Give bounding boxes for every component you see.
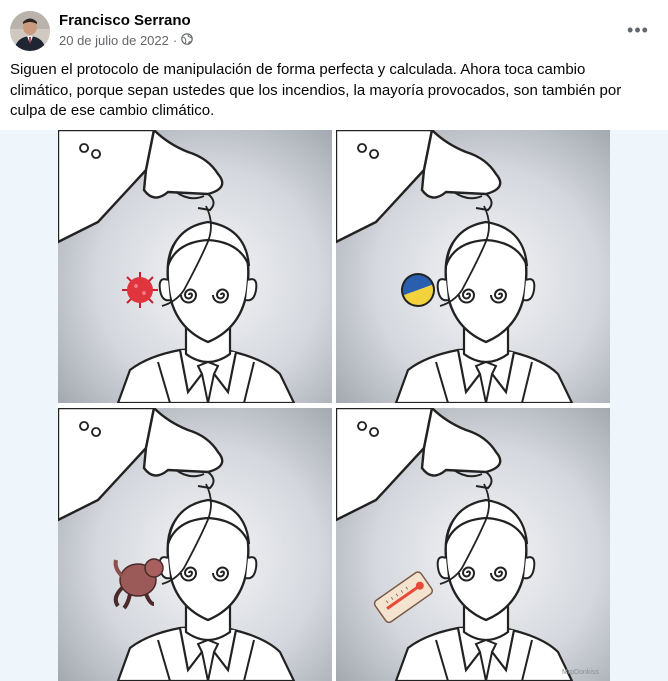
artist-signature: MrpDonkiss (562, 669, 599, 676)
comic-panel-thermometer: MrpDonkiss (336, 408, 610, 681)
avatar-image (10, 11, 50, 51)
comic-panel-monkey (58, 408, 332, 681)
meta-separator: · (172, 33, 178, 48)
post-image[interactable]: MrpDonkiss (0, 130, 668, 681)
comic-panel-badge (336, 130, 610, 403)
post-caption: Siguen el protocolo de manipulación de f… (10, 61, 622, 119)
author-avatar[interactable] (10, 11, 50, 51)
comic-grid: MrpDonkiss (58, 130, 610, 681)
post-header: Francisco Serrano 20 de julio de 2022 · … (0, 0, 668, 56)
more-options-icon[interactable]: ••• (624, 18, 652, 42)
post-date[interactable]: 20 de julio de 2022 (59, 33, 169, 48)
post-meta: 20 de julio de 2022 · (59, 33, 194, 48)
virus-icon (122, 272, 158, 308)
author-name[interactable]: Francisco Serrano (59, 12, 191, 29)
facebook-post: Francisco Serrano 20 de julio de 2022 · … (0, 0, 668, 681)
globe-icon (181, 33, 194, 48)
comic-panel-virus (58, 130, 332, 403)
